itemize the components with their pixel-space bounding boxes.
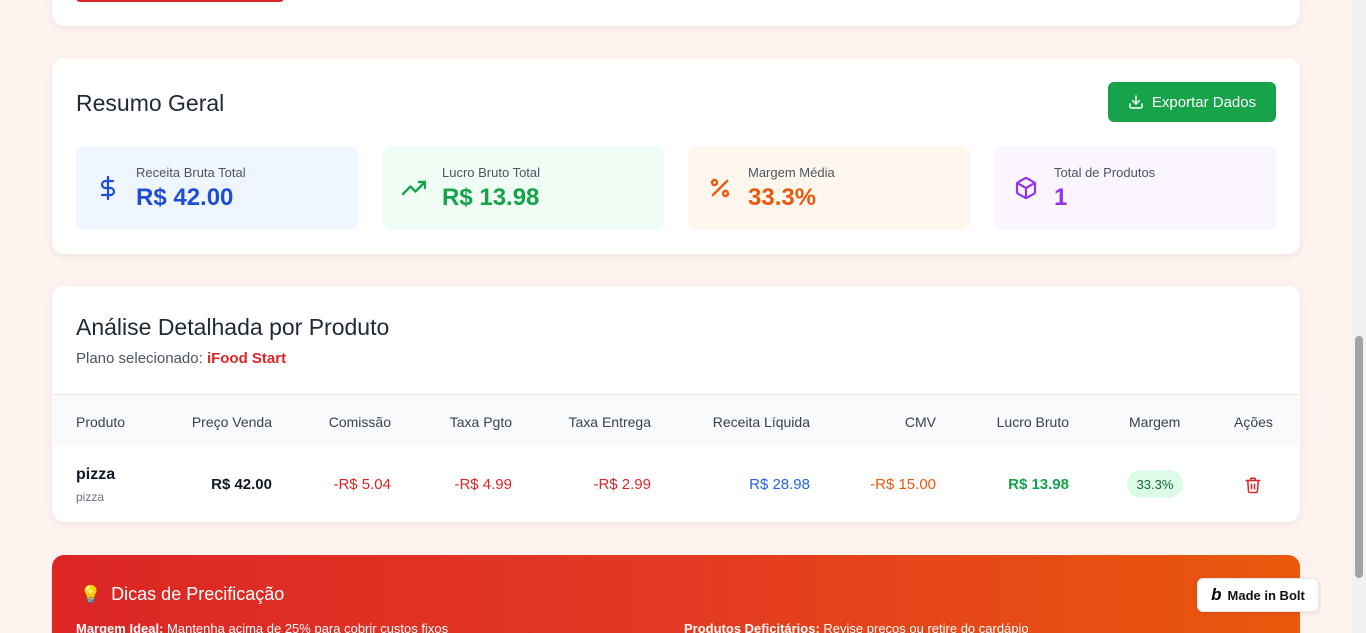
resumo-title: Resumo Geral: [76, 90, 225, 116]
stat-label: Total de Produtos: [1054, 164, 1156, 180]
stat-receita-bruta: Receita Bruta Total R$ 42.00: [76, 146, 358, 230]
comissao-cell: -R$ 5.04: [333, 476, 391, 493]
column-header-taxa-pgto: Taxa Pgto: [449, 414, 512, 430]
stat-label: Receita Bruta Total: [136, 164, 246, 180]
column-header-lucro-bruto: Lucro Bruto: [996, 414, 1069, 430]
lucro-bruto-cell: R$ 13.98: [1008, 476, 1069, 493]
taxa-entrega-cell: -R$ 2.99: [593, 476, 651, 493]
red-button-edge[interactable]: [76, 0, 284, 2]
table-header: Produto Preço Venda Comissão Taxa Pgto T…: [52, 394, 1300, 446]
package-icon: [1014, 176, 1038, 200]
cmv-cell: -R$ 15.00: [870, 476, 936, 493]
dica-margem-ideal: Margem Ideal: Mantenha acima de 25% para…: [76, 621, 448, 633]
plano-label: Plano selecionado:: [76, 350, 207, 367]
stat-label: Lucro Bruto Total: [442, 164, 541, 180]
trash-icon[interactable]: [1244, 476, 1262, 494]
page-scrollbar[interactable]: [1352, 0, 1366, 633]
stat-total-produtos: Total de Produtos 1: [994, 146, 1276, 230]
dicas-card: 💡 Dicas de Precificação Margem Ideal: Ma…: [52, 555, 1300, 633]
made-in-bolt-badge[interactable]: b Made in Bolt: [1197, 578, 1319, 612]
scrollbar-thumb[interactable]: [1355, 336, 1363, 578]
previous-card: [52, 0, 1300, 26]
stat-label: Margem Média: [748, 164, 835, 180]
resumo-card: Resumo Geral Exportar Dados Receita Brut…: [52, 58, 1300, 254]
column-header-receita-liquida: Receita Líquida: [712, 414, 810, 430]
dica-label: Margem Ideal:: [76, 621, 164, 633]
stat-value: R$ 42.00: [136, 183, 234, 211]
stat-margem-media: Margem Média 33.3%: [688, 146, 970, 230]
plano-selecionado: Plano selecionado: iFood Start: [76, 350, 286, 367]
dicas-title-text: Dicas de Precificação: [111, 584, 285, 604]
margem-badge: 33.3%: [1127, 470, 1183, 498]
receita-liquida-cell: R$ 28.98: [749, 476, 810, 493]
lightbulb-icon: 💡: [80, 584, 102, 604]
column-header-preco-venda: Preço Venda: [191, 414, 272, 430]
product-category: pizza: [76, 490, 105, 504]
download-icon: [1129, 95, 1143, 109]
column-header-comissao: Comissão: [328, 414, 391, 430]
dica-label: Produtos Deficitários:: [684, 621, 820, 633]
preco-venda-cell: R$ 42.00: [211, 476, 272, 493]
export-label: Exportar Dados: [1151, 93, 1257, 111]
dicas-title: 💡 Dicas de Precificação: [80, 584, 284, 605]
column-header-cmv: CMV: [904, 414, 936, 430]
column-header-taxa-entrega: Taxa Entrega: [568, 414, 652, 430]
product-name: pizza: [76, 466, 116, 483]
export-data-button[interactable]: Exportar Dados: [1108, 82, 1276, 122]
taxa-pgto-cell: -R$ 4.99: [454, 476, 512, 493]
dica-produtos-deficitarios: Produtos Deficitários: Revise preços ou …: [684, 621, 1029, 633]
percent-icon: [708, 176, 732, 200]
bolt-logo-icon: b: [1211, 585, 1222, 604]
table-row: pizza pizza R$ 42.00 -R$ 5.04 -R$ 4.99 -…: [52, 446, 1300, 522]
stat-lucro-bruto: Lucro Bruto Total R$ 13.98: [382, 146, 664, 230]
dica-text: Mantenha acima de 25% para cobrir custos…: [163, 621, 449, 633]
dica-text: Revise preços ou retire do cardápio: [819, 621, 1029, 633]
column-header-produto: Produto: [76, 414, 126, 430]
stat-value: R$ 13.98: [442, 183, 540, 211]
column-header-margem: Margem: [1129, 414, 1181, 430]
analise-title: Análise Detalhada por Produto: [76, 314, 390, 340]
dollar-icon: [96, 176, 120, 200]
plano-value: iFood Start: [206, 350, 287, 367]
stat-value: 1: [1054, 183, 1068, 211]
stat-value: 33.3%: [748, 183, 817, 211]
analise-card: Análise Detalhada por Produto Plano sele…: [52, 286, 1300, 522]
bolt-label: Made in Bolt: [1227, 587, 1305, 603]
column-header-acoes: Ações: [1234, 414, 1273, 430]
trending-up-icon: [402, 176, 426, 200]
